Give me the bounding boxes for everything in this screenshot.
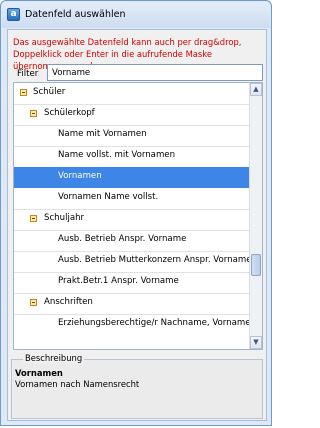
- tree-item-label: Schülerkopf: [44, 108, 95, 118]
- tree-item[interactable]: Vornamen Name vollst.: [14, 188, 250, 209]
- tree-node[interactable]: Schuljahr: [14, 209, 250, 230]
- collapse-icon[interactable]: [30, 215, 37, 222]
- dialog-window: a Datenfeld auswählen Das ausgewählte Da…: [0, 0, 272, 426]
- tree-item-label: Vornamen: [58, 171, 102, 181]
- field-tree[interactable]: Schüler Schülerkopf Name mit Vornamen Name …: [13, 82, 263, 350]
- tree-item-label: Anschriften: [44, 297, 93, 307]
- description-panel: Beschreibung Vornamen Vornamen nach Name…: [11, 353, 263, 419]
- tree-item-label: Ausb. Betrieb Anspr. Vorname: [58, 234, 187, 244]
- filter-label: Filter: [17, 69, 39, 79]
- tree-item-label: Ausb. Betrieb Mutterkonzern Anspr. Vorna…: [58, 255, 252, 265]
- tree-item[interactable]: Ausb. Betrieb Anspr. Vorname: [14, 230, 250, 251]
- collapse-icon[interactable]: [20, 89, 27, 96]
- scroll-down-icon[interactable]: ▼: [250, 336, 262, 349]
- tree-node[interactable]: Anschriften: [14, 293, 250, 314]
- tree-item[interactable]: Prakt.Betr.1 Anspr. Vorname: [14, 272, 250, 293]
- tree-item-label: Schüler: [33, 87, 66, 97]
- dialog-content: Das ausgewählte Datenfeld kann auch per …: [7, 29, 267, 421]
- description-legend: Beschreibung: [23, 353, 85, 363]
- tree-node[interactable]: Schüler: [14, 83, 250, 104]
- tree-item[interactable]: Erziehungsberechtige/r Nachname, Vorname: [14, 314, 251, 335]
- collapse-icon[interactable]: [30, 299, 37, 306]
- description-text: Vornamen nach Namensrecht: [15, 379, 140, 389]
- scroll-up-icon[interactable]: ▲: [250, 83, 262, 96]
- tree-item[interactable]: Vornamen: [14, 167, 250, 188]
- app-icon: a: [7, 8, 20, 21]
- collapse-icon[interactable]: [30, 110, 37, 117]
- tree-item-label: Erziehungsberechtige/r Nachname, Vorname: [58, 318, 251, 328]
- tree-item[interactable]: Name mit Vornamen: [14, 125, 250, 146]
- title-bar[interactable]: a Datenfeld auswählen: [2, 2, 270, 28]
- tree-item-label: Vornamen Name vollst.: [58, 192, 159, 202]
- tree-item-label: Name mit Vornamen: [58, 129, 147, 139]
- tree-item-label: Prakt.Betr.1 Anspr. Vorname: [58, 276, 179, 286]
- filter-input[interactable]: [47, 64, 263, 81]
- vertical-scrollbar[interactable]: ▲ ▼: [249, 83, 262, 349]
- tree-item-label: Schuljahr: [44, 213, 85, 223]
- description-title: Vornamen: [15, 368, 63, 378]
- window-title: Datenfeld auswählen: [25, 9, 126, 20]
- tree-item[interactable]: Ausb. Betrieb Mutterkonzern Anspr. Vorna…: [14, 251, 252, 272]
- tree-item[interactable]: Name vollst. mit Vornamen: [14, 146, 250, 167]
- tree-node[interactable]: Schülerkopf: [14, 104, 250, 125]
- tree-item-label: Name vollst. mit Vornamen: [58, 150, 176, 160]
- scrollbar-thumb[interactable]: [251, 254, 261, 276]
